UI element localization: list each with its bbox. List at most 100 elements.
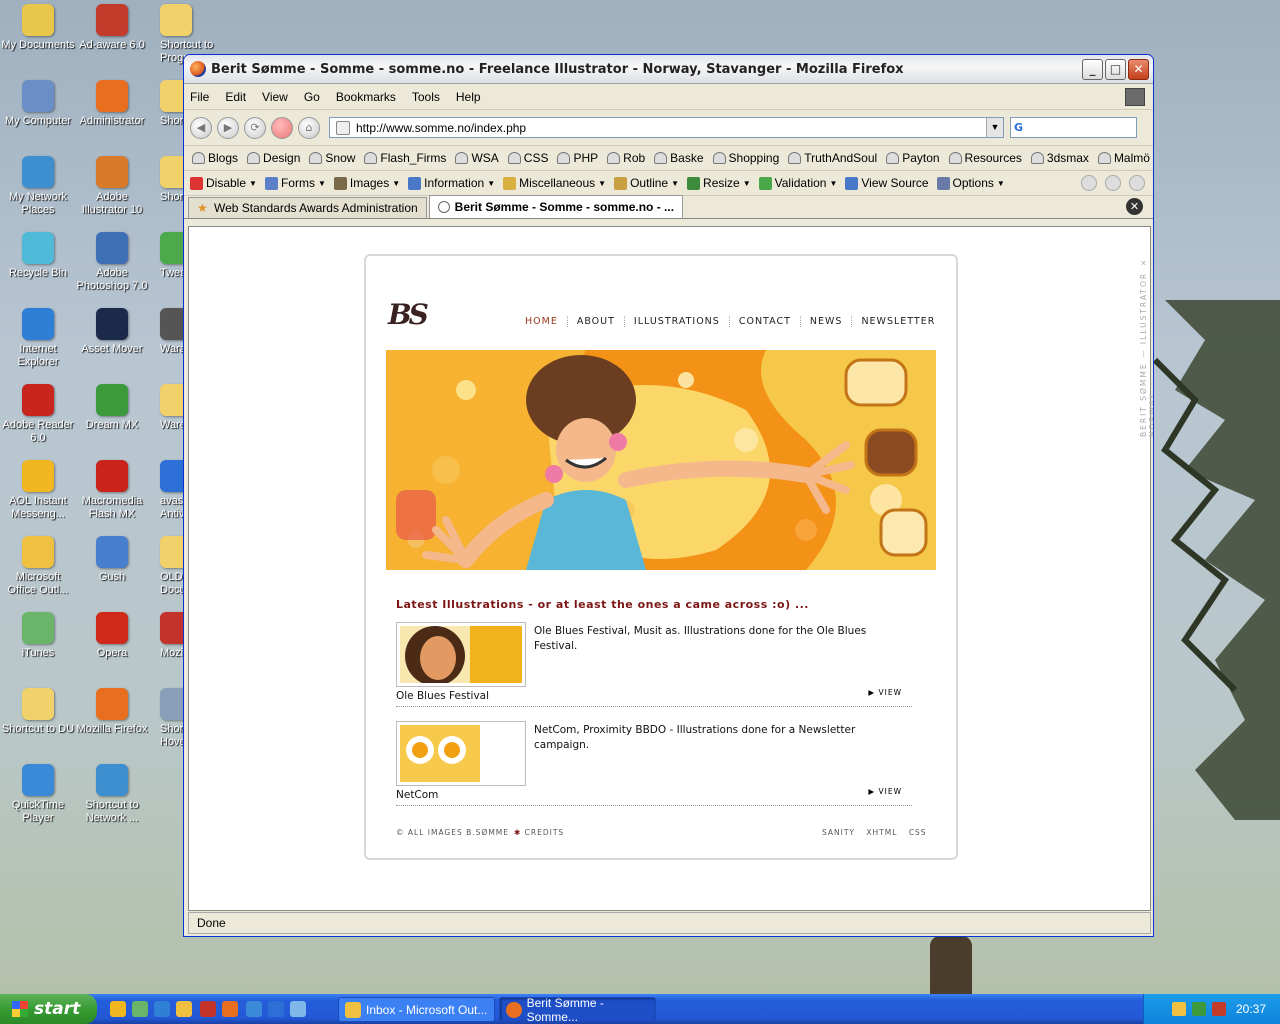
view-link[interactable]: ▶ VIEW [868, 787, 902, 796]
quicktime-icon[interactable] [246, 1001, 262, 1017]
menu-file[interactable]: File [190, 90, 209, 104]
reload-button[interactable]: ⟳ [244, 116, 266, 139]
nav-illustrations[interactable]: ILLUSTRATIONS [623, 316, 729, 327]
url-bar[interactable]: http://www.somme.no/index.php ▼ [329, 117, 1004, 138]
taskbar-button-outlook[interactable]: Inbox - Microsoft Out... [338, 997, 495, 1022]
desktop-icon[interactable]: Adobe Photoshop 7.0 [74, 232, 150, 293]
view-link[interactable]: ▶ VIEW [868, 688, 902, 697]
url-input[interactable]: http://www.somme.no/index.php [356, 121, 986, 135]
tray-icon[interactable] [1171, 1002, 1186, 1016]
menu-view[interactable]: View [262, 90, 288, 104]
show-more-icon[interactable] [290, 1001, 306, 1017]
bookmark-item[interactable]: Rob [607, 151, 645, 165]
menu-bookmarks[interactable]: Bookmarks [336, 90, 396, 104]
bookmark-item[interactable]: Flash_Firms [364, 151, 446, 165]
url-dropdown-icon[interactable]: ▼ [986, 118, 1003, 137]
xhtml-link[interactable]: XHTML [866, 828, 897, 837]
desktop-icon[interactable]: QuickTime Player [0, 764, 76, 825]
desktop-icon[interactable]: My Documents [0, 4, 76, 52]
bookmark-item[interactable]: PHP [557, 151, 598, 165]
devbar-information-menu[interactable]: Information ▼ [408, 176, 495, 190]
menu-edit[interactable]: Edit [225, 90, 246, 104]
bookmark-item[interactable]: WSA [455, 151, 499, 165]
desktop-icon[interactable]: Adobe Reader 6.0 [0, 384, 76, 445]
close-tab-icon[interactable]: ✕ [1126, 198, 1143, 215]
firefox-icon[interactable] [222, 1001, 238, 1017]
bookmark-item[interactable]: Snow [309, 151, 355, 165]
site-logo[interactable]: BS [388, 298, 429, 331]
bookmark-item[interactable]: 3dsmax [1030, 151, 1089, 165]
bookmark-item[interactable]: Resources [948, 151, 1022, 165]
nav-newsletter[interactable]: NEWSLETTER [851, 316, 944, 327]
bookmark-item[interactable]: TruthAndSoul [788, 151, 877, 165]
bookmark-item[interactable]: Design [247, 151, 300, 165]
search-box[interactable]: G [1010, 117, 1137, 138]
menu-help[interactable]: Help [456, 90, 481, 104]
back-button[interactable]: ◀ [190, 116, 212, 139]
menu-tools[interactable]: Tools [412, 90, 440, 104]
item-thumbnail[interactable] [396, 721, 526, 786]
aim-icon[interactable] [110, 1001, 126, 1017]
item-thumbnail[interactable] [396, 622, 526, 687]
stop-button[interactable] [271, 116, 293, 139]
network-icon[interactable] [268, 1001, 284, 1017]
item-name[interactable]: Ole Blues Festival [396, 690, 489, 702]
nav-home[interactable]: HOME [516, 316, 567, 327]
nav-contact[interactable]: CONTACT [728, 316, 800, 327]
tray-icon[interactable] [1211, 1002, 1226, 1016]
tray-icon[interactable] [1191, 1002, 1206, 1016]
desktop-icon[interactable]: Microsoft Office Outl... [0, 536, 76, 597]
desktop-icon[interactable]: Dream MX [74, 384, 150, 432]
desktop-icon[interactable]: Internet Explorer [0, 308, 76, 369]
devbar-disable-menu[interactable]: Disable ▼ [190, 176, 257, 190]
minimize-button[interactable]: _ [1082, 58, 1103, 80]
bookmark-item[interactable]: CSS [507, 151, 548, 165]
desktop-icon[interactable]: My Network Places [0, 156, 76, 217]
desktop-icon[interactable]: Adobe Illustrator 10 [74, 156, 150, 217]
outlook-icon[interactable] [176, 1001, 192, 1017]
render-mode-icon[interactable] [1129, 175, 1145, 191]
desktop-icon[interactable]: AOL Instant Messeng... [0, 460, 76, 521]
home-button[interactable]: ⌂ [298, 116, 320, 139]
devbar-view-source-menu[interactable]: View Source [845, 176, 929, 190]
devbar-outline-menu[interactable]: Outline ▼ [614, 176, 679, 190]
forward-button[interactable]: ▶ [217, 116, 239, 139]
devbar-options-menu[interactable]: Options ▼ [936, 176, 1005, 190]
devbar-images-menu[interactable]: Images ▼ [333, 176, 400, 190]
tab-berit-somme[interactable]: Berit Sømme - Somme - somme.no - ... [428, 195, 684, 218]
bookmark-item[interactable]: Malmö [1097, 151, 1150, 165]
sanity-link[interactable]: SANITY [822, 828, 855, 837]
tab-web-standards[interactable]: ★ Web Standards Awards Administration [188, 197, 427, 218]
bookmark-item[interactable]: Blogs [192, 151, 238, 165]
start-button[interactable]: start [0, 994, 97, 1024]
desktop-icon[interactable]: My Computer [0, 80, 76, 128]
desktop-icon[interactable]: Shortcut to Network ... [74, 764, 150, 825]
bookmark-item[interactable]: Payton [886, 151, 940, 165]
js-status-icon[interactable] [1105, 175, 1121, 191]
devbar-validation-menu[interactable]: Validation ▼ [758, 176, 837, 190]
close-button[interactable]: ✕ [1128, 58, 1149, 80]
devbar-resize-menu[interactable]: Resize ▼ [687, 176, 751, 190]
bookmark-item[interactable]: Shopping [712, 151, 779, 165]
desktop-icon[interactable]: Administrator [74, 80, 150, 128]
desktop-icon[interactable]: Shortcut to DU [0, 688, 76, 736]
desktop-icon[interactable]: Ad-aware 6.0 [74, 4, 150, 52]
credits-link[interactable]: ✱ CREDITS [514, 828, 564, 837]
devbar-miscellaneous-menu[interactable]: Miscellaneous ▼ [503, 176, 606, 190]
nav-about[interactable]: ABOUT [566, 316, 624, 327]
css-link[interactable]: CSS [909, 828, 927, 837]
desktop-icon[interactable]: iTunes [0, 612, 76, 660]
css-status-icon[interactable] [1081, 175, 1097, 191]
internet-explorer-icon[interactable] [154, 1001, 170, 1017]
mozilla-icon[interactable] [200, 1001, 216, 1017]
nav-news[interactable]: NEWS [799, 316, 852, 327]
desktop-icon[interactable]: Asset Mover [74, 308, 150, 356]
desktop-icon[interactable]: Macromedia Flash MX [74, 460, 150, 521]
devbar-forms-menu[interactable]: Forms ▼ [264, 176, 326, 190]
menu-go[interactable]: Go [304, 90, 320, 104]
taskbar-button-firefox[interactable]: Berit Sømme - Somme... [499, 996, 656, 1024]
maximize-button[interactable]: □ [1105, 58, 1126, 80]
bookmark-item[interactable]: Baske [654, 151, 704, 165]
desktop-icon[interactable]: Opera [74, 612, 150, 660]
desktop-icon[interactable]: Recycle Bin [0, 232, 76, 280]
